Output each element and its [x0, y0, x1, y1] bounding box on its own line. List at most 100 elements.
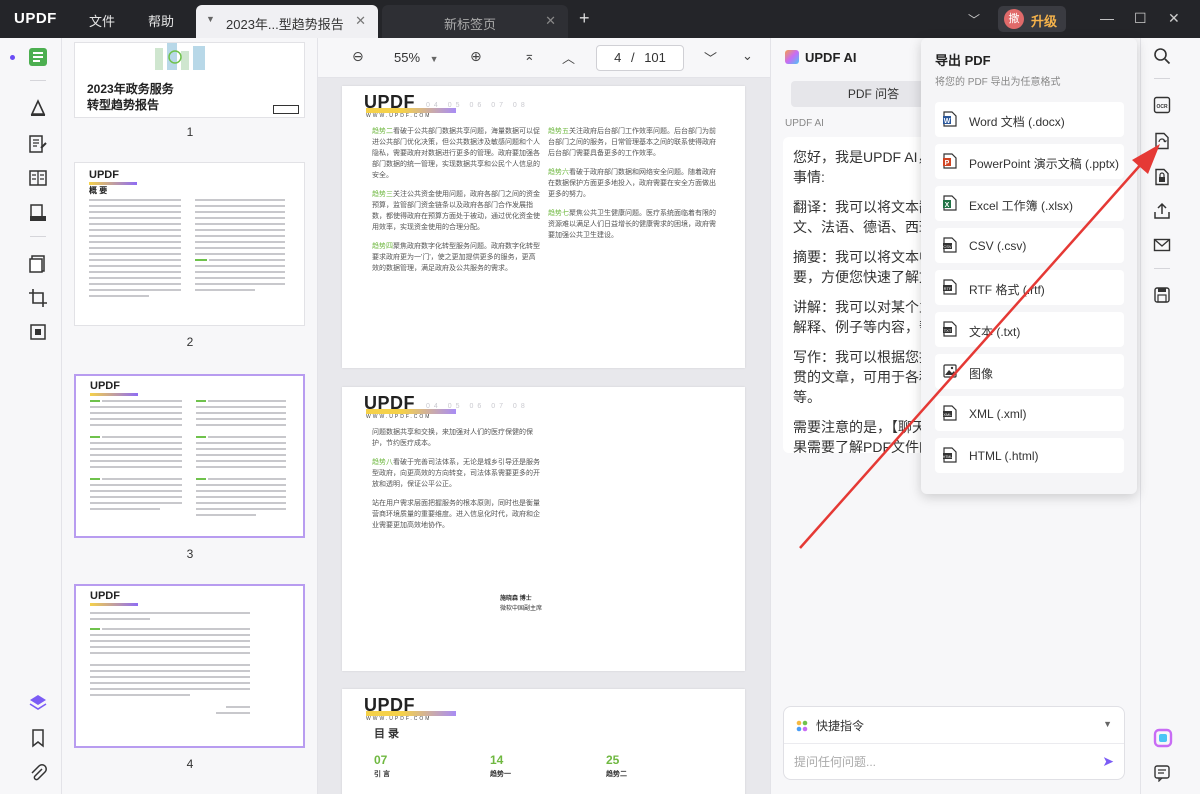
- reader-icon[interactable]: [28, 47, 48, 67]
- export-option-label: HTML (.html): [969, 449, 1039, 463]
- trend-tag: 趋势八: [372, 459, 393, 466]
- thumbnail-page-2[interactable]: UPDF 概 要: [74, 162, 305, 326]
- menu-file[interactable]: 文件: [89, 11, 115, 30]
- thumbnail-page-1[interactable]: 2023年政务服务 转型趋势报告: [74, 42, 305, 118]
- updf-url: WWW.UPDF.COM: [366, 113, 432, 119]
- ai-question-input[interactable]: 提问任何问题...: [794, 753, 876, 770]
- trend-tag: 趋势七: [548, 210, 569, 217]
- export-option-label: Excel 工作簿 (.xlsx): [969, 199, 1074, 213]
- menu-help[interactable]: 帮助: [148, 11, 174, 30]
- tab-new[interactable]: 新标签页 ✕: [382, 5, 568, 38]
- share-icon[interactable]: [1153, 202, 1171, 220]
- prev-page-icon[interactable]: ︿: [562, 48, 575, 67]
- organize-icon[interactable]: [28, 203, 48, 223]
- upgrade-button[interactable]: 撒 升级: [998, 6, 1066, 32]
- attachment-icon[interactable]: [28, 763, 48, 783]
- maximize-icon[interactable]: ☐: [1134, 10, 1147, 27]
- edit-icon[interactable]: [28, 134, 48, 154]
- export-option-txt[interactable]: TXT 文本 (.txt): [935, 312, 1124, 347]
- export-option-html[interactable]: HTML HTML (.html): [935, 438, 1124, 473]
- add-tab-icon[interactable]: +: [579, 8, 590, 29]
- form-icon[interactable]: [28, 168, 48, 188]
- export-option-csv[interactable]: CSV CSV (.csv): [935, 228, 1124, 263]
- ai-panel-title: UPDF AI: [785, 50, 857, 65]
- pages-icon[interactable]: [28, 254, 48, 274]
- trend-tag: 趋势六: [548, 169, 569, 176]
- signature-name: 施晓森 博士: [500, 596, 532, 602]
- cover-title-line1: 2023年政务服务: [87, 82, 174, 96]
- mail-icon[interactable]: [1153, 236, 1171, 254]
- updf-logo: UPDF: [364, 695, 415, 715]
- zoom-in-icon[interactable]: ⊕: [470, 48, 482, 65]
- export-option-rtf[interactable]: RTF RTF 格式 (.rtf): [935, 270, 1124, 305]
- minimize-icon[interactable]: —: [1100, 10, 1114, 26]
- updf-url: WWW.UPDF.COM: [366, 716, 432, 722]
- chevron-down-icon[interactable]: ▼: [206, 14, 215, 24]
- layers-icon[interactable]: [28, 693, 48, 713]
- save-icon[interactable]: [1153, 286, 1171, 304]
- next-page-icon[interactable]: ﹀: [704, 48, 717, 67]
- protect-file-icon[interactable]: [1153, 168, 1171, 186]
- page-input[interactable]: 4 / 101: [596, 45, 684, 71]
- close-tab-icon[interactable]: ✕: [355, 13, 366, 29]
- send-icon[interactable]: ➤: [1102, 753, 1114, 770]
- updf-ai-icon[interactable]: [1153, 728, 1173, 748]
- crop-icon[interactable]: [28, 288, 48, 308]
- close-tab-icon[interactable]: ✕: [545, 13, 556, 29]
- protect-icon[interactable]: [28, 322, 48, 342]
- left-toolbar: [0, 38, 62, 794]
- first-page-icon[interactable]: ⌅: [524, 48, 535, 64]
- last-page-icon[interactable]: ⌄: [742, 48, 753, 64]
- indicator-dot: [10, 55, 15, 60]
- export-option-image[interactable]: 图像: [935, 354, 1124, 389]
- app-logo: UPDF: [14, 10, 57, 27]
- zoom-out-icon[interactable]: ⊖: [352, 48, 364, 65]
- ocr-icon[interactable]: OCR: [1153, 96, 1171, 114]
- export-option-xml[interactable]: XML XML (.xml): [935, 396, 1124, 431]
- convert-icon[interactable]: [1153, 132, 1171, 150]
- comment-icon[interactable]: [28, 98, 48, 118]
- updf-ai-icon: [785, 50, 799, 64]
- close-window-icon[interactable]: ✕: [1168, 10, 1180, 27]
- trend-tag: 趋势二: [372, 128, 393, 135]
- page-index-numbers: 04 05 06 07 08: [426, 403, 529, 410]
- trend-tag: 趋势四: [372, 243, 393, 250]
- page-number-4: 4: [186, 757, 194, 771]
- toc-label: 趋势一: [490, 771, 511, 778]
- bookmark-icon[interactable]: [28, 728, 48, 748]
- toc-number: 07: [374, 753, 388, 767]
- export-option-excel[interactable]: X Excel 工作簿 (.xlsx): [935, 186, 1124, 221]
- export-option-powerpoint[interactable]: P PowerPoint 演示文稿 (.pptx): [935, 144, 1124, 179]
- upgrade-label: 升级: [1031, 14, 1058, 29]
- thumbnail-heading: 概 要: [89, 186, 108, 195]
- export-pdf-popup: 导出 PDF 将您的 PDF 导出为任意格式 W Word 文档 (.docx)…: [921, 38, 1137, 494]
- chevron-down-icon[interactable]: ▼: [1103, 719, 1112, 729]
- trend-tag: 趋势五: [548, 128, 569, 135]
- txt-icon: TXT: [943, 321, 957, 337]
- quick-command-dropdown[interactable]: 快捷指令: [796, 717, 864, 734]
- svg-text:TXT: TXT: [944, 328, 952, 333]
- svg-text:HTML: HTML: [943, 455, 952, 459]
- export-option-label: Word 文档 (.docx): [969, 115, 1065, 129]
- tabs-dropdown-icon[interactable]: ﹀: [968, 11, 980, 28]
- ai-sender-label: UPDF AI: [785, 118, 824, 129]
- export-option-word[interactable]: W Word 文档 (.docx): [935, 102, 1124, 137]
- svg-text:X: X: [945, 202, 950, 209]
- ai-input-box: 快捷指令 ▼ 提问任何问题... ➤: [783, 706, 1125, 780]
- zoom-level[interactable]: 55% ▼: [394, 50, 439, 65]
- export-title: 导出 PDF: [935, 53, 991, 68]
- export-option-label: RTF 格式 (.rtf): [969, 283, 1045, 297]
- xml-icon: XML: [943, 405, 957, 421]
- page-number-2: 2: [186, 335, 194, 349]
- svg-text:P: P: [945, 160, 950, 167]
- updf-logo: UPDF: [364, 92, 415, 112]
- search-icon[interactable]: [1153, 47, 1171, 65]
- view-toolbar: ⊖ 55% ▼ ⊕ ⌅ ︿ 4 / 101 ﹀ ⌄: [318, 38, 770, 78]
- thumbnail-page-4[interactable]: UPDF: [74, 584, 305, 748]
- thumbnail-page-3[interactable]: UPDF: [74, 374, 305, 538]
- tab-document[interactable]: ▼ 2023年...型趋势报告 ✕: [196, 5, 378, 38]
- toc-number: 14: [490, 753, 504, 767]
- page-separator: /: [630, 50, 635, 65]
- comment-list-icon[interactable]: [1153, 764, 1171, 782]
- cover-title-line2: 转型趋势报告: [87, 98, 160, 112]
